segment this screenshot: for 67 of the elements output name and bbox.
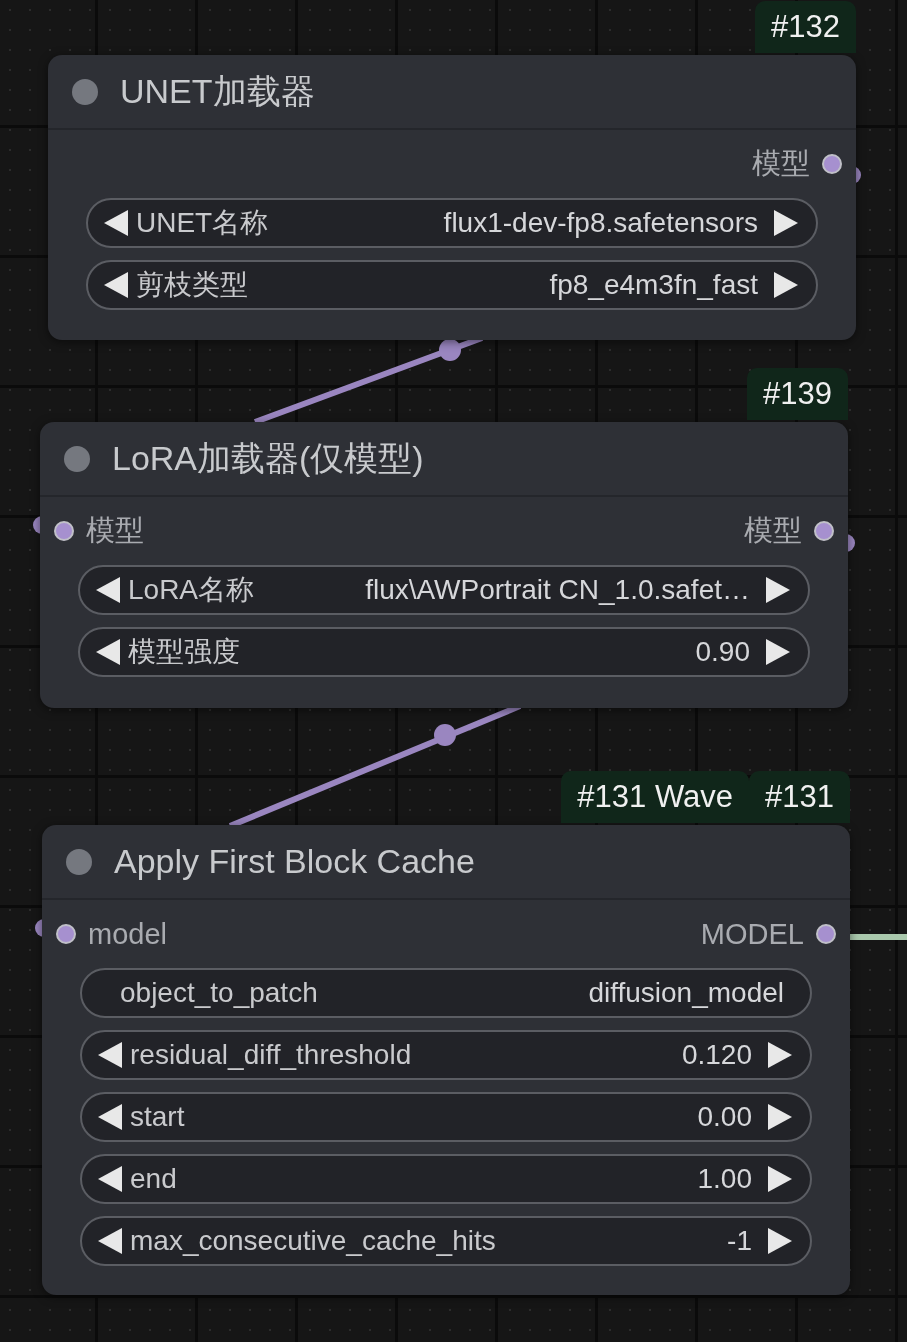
decrement-arrow-icon[interactable] (104, 210, 128, 236)
node-id-badge: #132 (755, 1, 856, 53)
widget-label: object_to_patch (119, 977, 318, 1009)
widget-value: 1.00 (697, 1163, 753, 1195)
increment-arrow-icon[interactable] (766, 577, 790, 603)
number-widget[interactable]: max_consecutive_cache_hits -1 (80, 1216, 812, 1266)
widget-label: UNET名称 (136, 206, 269, 240)
widget-label: max_consecutive_cache_hits (130, 1225, 496, 1257)
collapse-dot-icon[interactable] (72, 78, 98, 105)
input-label: model (88, 917, 167, 951)
widget-label: LoRA名称 (128, 573, 255, 607)
node-id-badge: #131 Wave (561, 771, 750, 823)
widget-value: flux\AWPortrait CN_1.0.safet… (365, 574, 751, 606)
collapse-dot-icon[interactable] (64, 445, 90, 472)
output-label: 模型 (752, 146, 810, 181)
text-widget[interactable]: object_to_patch diffusion_model (80, 968, 812, 1018)
widget-label: 剪枝类型 (136, 268, 248, 302)
node-title-bar[interactable]: Apply First Block Cache (42, 825, 850, 900)
node-title: LoRA加载器(仅模型) (112, 437, 424, 479)
combo-widget[interactable]: LoRA名称 flux\AWPortrait CN_1.0.safet… (78, 565, 810, 615)
input-slot-icon[interactable] (56, 924, 76, 944)
increment-arrow-icon[interactable] (768, 1166, 792, 1192)
node-id-badge: #131 (749, 771, 850, 823)
widget-value: 0.90 (695, 636, 751, 668)
widget-label: 模型强度 (128, 635, 240, 669)
widget-label: residual_diff_threshold (130, 1039, 412, 1071)
output-slot-icon[interactable] (822, 154, 842, 174)
collapse-dot-icon[interactable] (66, 848, 92, 875)
decrement-arrow-icon[interactable] (98, 1104, 122, 1130)
decrement-arrow-icon[interactable] (98, 1228, 122, 1254)
decrement-arrow-icon[interactable] (104, 272, 128, 298)
widget-value: flux1-dev-fp8.safetensors (443, 207, 759, 239)
widget-label: end (130, 1163, 177, 1195)
increment-arrow-icon[interactable] (768, 1104, 792, 1130)
number-widget[interactable]: end 1.00 (80, 1154, 812, 1204)
combo-widget[interactable]: UNET名称 flux1-dev-fp8.safetensors (86, 198, 818, 248)
combo-widget[interactable]: 剪枝类型 fp8_e4m3fn_fast (86, 260, 818, 310)
decrement-arrow-icon[interactable] (98, 1042, 122, 1068)
output-slot-icon[interactable] (816, 924, 836, 944)
node-title: UNET加载器 (120, 70, 315, 112)
input-slot-icon[interactable] (54, 521, 74, 541)
output-label: 模型 (744, 513, 802, 548)
increment-arrow-icon[interactable] (768, 1228, 792, 1254)
decrement-arrow-icon[interactable] (96, 639, 120, 665)
widget-value: fp8_e4m3fn_fast (549, 269, 759, 301)
node-title: Apply First Block Cache (114, 842, 475, 881)
number-widget[interactable]: 模型强度 0.90 (78, 627, 810, 677)
node-title-bar[interactable]: LoRA加载器(仅模型) (40, 422, 848, 497)
widget-value: 0.00 (697, 1101, 753, 1133)
node-title-bar[interactable]: UNET加载器 (48, 55, 856, 130)
increment-arrow-icon[interactable] (774, 272, 798, 298)
input-label: 模型 (86, 513, 144, 548)
widget-value: diffusion_model (588, 977, 785, 1009)
number-widget[interactable]: residual_diff_threshold 0.120 (80, 1030, 812, 1080)
output-label: MODEL (700, 917, 804, 951)
number-widget[interactable]: start 0.00 (80, 1092, 812, 1142)
increment-arrow-icon[interactable] (774, 210, 798, 236)
widget-value: -1 (727, 1225, 753, 1257)
decrement-arrow-icon[interactable] (98, 1166, 122, 1192)
increment-arrow-icon[interactable] (768, 1042, 792, 1068)
node-id-badge: #139 (747, 368, 848, 420)
decrement-arrow-icon[interactable] (96, 577, 120, 603)
widget-value: 0.120 (681, 1039, 753, 1071)
link-wire (848, 934, 907, 940)
increment-arrow-icon[interactable] (766, 639, 790, 665)
output-slot-icon[interactable] (814, 521, 834, 541)
widget-label: start (130, 1101, 185, 1133)
